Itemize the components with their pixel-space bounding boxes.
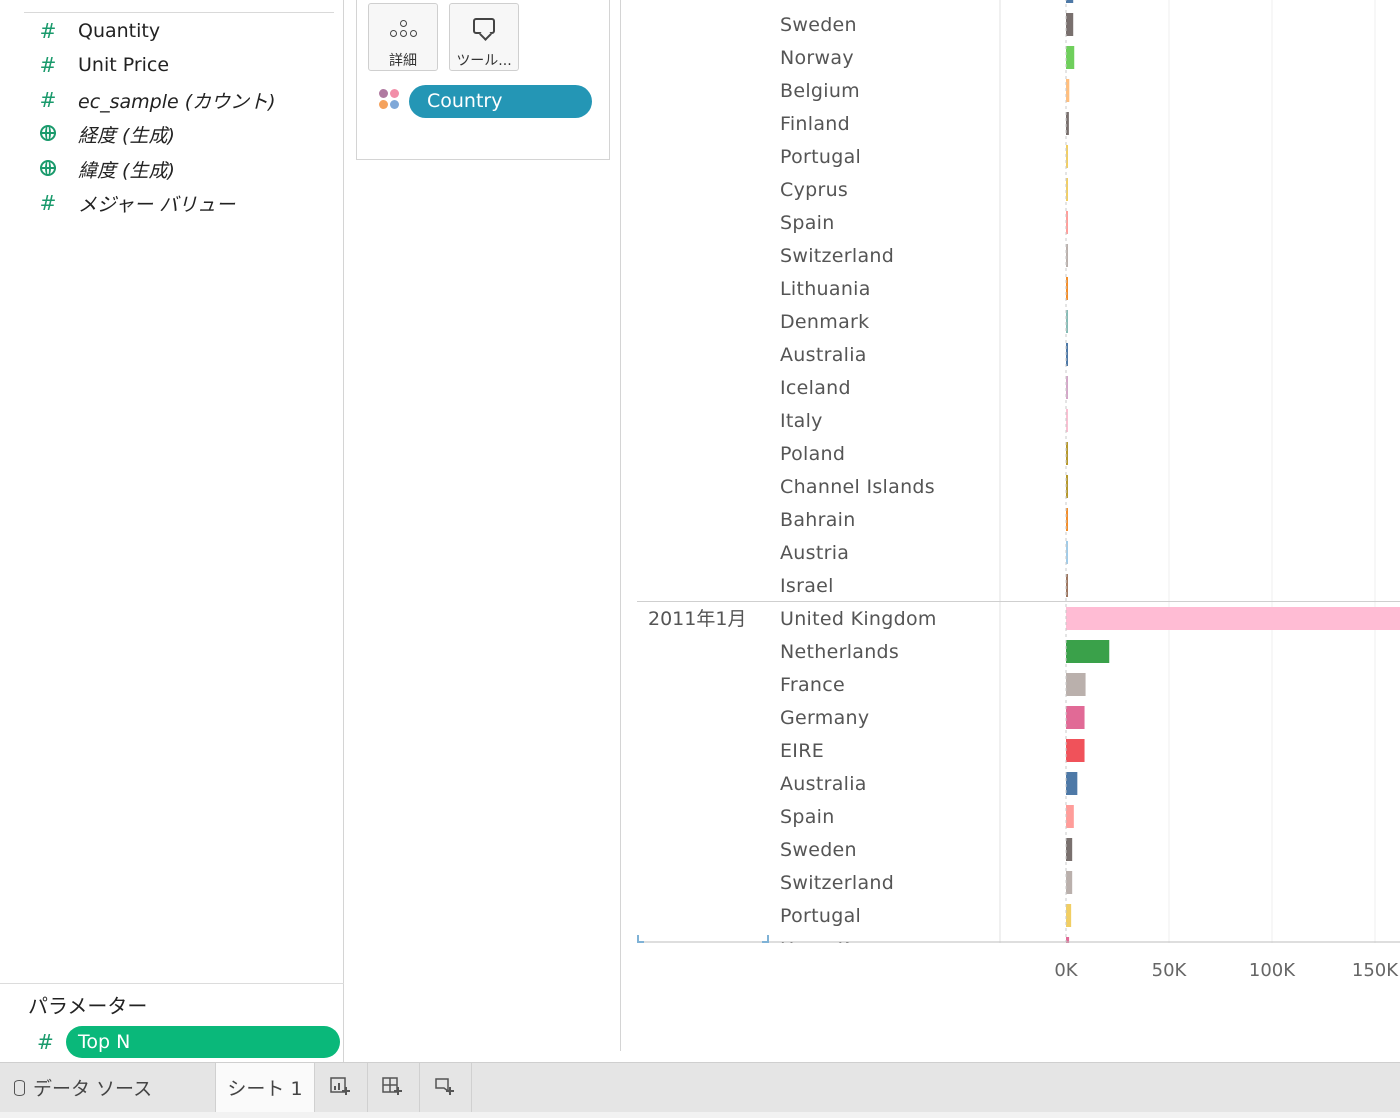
row-header-label: EIRE [780,740,824,762]
row-header-label: Australia [780,773,867,795]
bar-mark [1066,805,1074,828]
row-header-label: Norway [780,47,854,69]
row-header-label: United Kingdom [780,608,937,630]
hash-measure-icon: # [39,53,57,77]
resize-handle-icon [637,935,644,943]
bar-mark [1066,13,1074,36]
parameters-title: パラメーター [28,994,148,1018]
sheet-tab-bar: データ ソース シート 1 [0,1062,1400,1112]
row-header-label: Iceland [780,377,851,399]
hash-measure-icon: # [39,19,57,43]
row-header-label: Germany [780,707,869,729]
parameter-top-n-pill[interactable]: Top N [66,1026,340,1058]
row-header-label: Spain [780,212,835,234]
row-header-label: Denmark [780,311,869,333]
field-label: 経度 (生成) [78,124,175,147]
bar-mark [1066,607,1400,630]
row-header-label: Belgium [780,80,860,102]
new-story-button[interactable] [420,1063,472,1112]
row-header-label: Finland [780,113,850,135]
data-pane: # Quantity # Unit Price # ec_sample (カウン… [0,0,344,1062]
field-latitude[interactable]: 緯度 (生成) [0,152,340,186]
row-header-label: Austria [780,542,849,564]
bar-mark [1066,0,1074,3]
hash-measure-icon: # [37,1030,54,1054]
row-header-label: Channel Islands [780,476,935,498]
bar-mark [1066,640,1110,663]
resize-handle-icon [762,935,769,943]
field-label: ec_sample (カウント) [78,90,276,113]
field-label: Quantity [78,20,161,42]
bar-mark [1066,739,1085,762]
row-header-label: Portugal [780,905,861,927]
field-label: メジャー バリュー [78,193,236,216]
database-icon [14,1079,25,1096]
field-record-count[interactable]: # ec_sample (カウント) [0,83,340,117]
period-label: 2011年1月 [648,608,746,630]
row-header-label: Israel [780,575,834,597]
bar-mark [1066,904,1072,927]
field-label: 緯度 (生成) [78,159,175,182]
row-header-label: Switzerland [780,245,894,267]
x-tick-label: 50K [1152,960,1188,981]
globe-geo-icon [37,157,59,181]
color-dots-icon [379,89,401,111]
tab-sheet-1[interactable]: シート 1 [215,1063,315,1112]
field-measure-values[interactable]: # メジャー バリュー [0,186,340,220]
bar-mark [1066,838,1073,861]
tab-sheet-1-label: シート 1 [227,1078,303,1100]
row-header-label: Lithuania [780,278,871,300]
detail-label: 詳細 [389,53,417,69]
data-pane-divider [24,0,334,13]
parameters-section: パラメーター # Top N [0,983,344,1063]
bar-mark [1066,46,1075,69]
bar-mark [1066,673,1086,696]
bar-mark [1066,706,1085,729]
hash-measure-icon: # [39,88,57,112]
field-label: Unit Price [78,54,170,76]
x-tick-label: 100K [1249,960,1296,981]
view-area: Sweden Norway Belgium Finland Portugal Cyprus… [620,0,1400,1051]
detail-dots-icon [389,20,419,42]
row-header-label: France [780,674,845,696]
tab-data-source-label: データ ソース [33,1078,153,1100]
bar-chart: Sweden Norway Belgium Finland Portugal Cyprus… [621,0,1400,1051]
globe-geo-icon [37,122,59,146]
row-header-label: Portugal [780,146,861,168]
country-color-pill[interactable]: Country [409,85,592,118]
row-header-label: Cyprus [780,179,848,201]
row-header-label: Italy [780,410,823,432]
field-unit-price[interactable]: # Unit Price [0,48,340,82]
hash-measure-icon: # [39,191,57,215]
field-quantity[interactable]: # Quantity [0,14,340,48]
tooltip-bubble-icon [473,18,495,34]
status-strip [0,1112,1400,1118]
row-header-label: Switzerland [780,872,894,894]
row-header-label: Sweden [780,14,857,36]
tooltip-label: ツール... [456,53,512,69]
row-header-label: Sweden [780,839,857,861]
row-header-label: Poland [780,443,845,465]
row-header-label: Bahrain [780,509,856,531]
row-header-label: Netherlands [780,641,899,663]
row-header-label: Spain [780,806,835,828]
detail-button[interactable]: 詳細 [368,3,438,71]
tab-data-source[interactable]: データ ソース [0,1063,214,1112]
new-dashboard-button[interactable] [368,1063,420,1112]
new-worksheet-icon [330,1077,350,1095]
bar-mark [1066,871,1073,894]
tooltip-button[interactable]: ツール... [449,3,519,71]
row-header-label: Australia [780,344,867,366]
x-tick-label: 0K [1054,960,1078,981]
new-worksheet-button[interactable] [316,1063,368,1112]
new-story-icon [435,1078,454,1095]
x-tick-label: 150K [1352,960,1399,981]
bar-mark [1066,772,1078,795]
field-longitude[interactable]: 経度 (生成) [0,117,340,151]
marks-card: 詳細 ツール... Country [356,0,610,160]
new-dashboard-icon [382,1077,402,1095]
